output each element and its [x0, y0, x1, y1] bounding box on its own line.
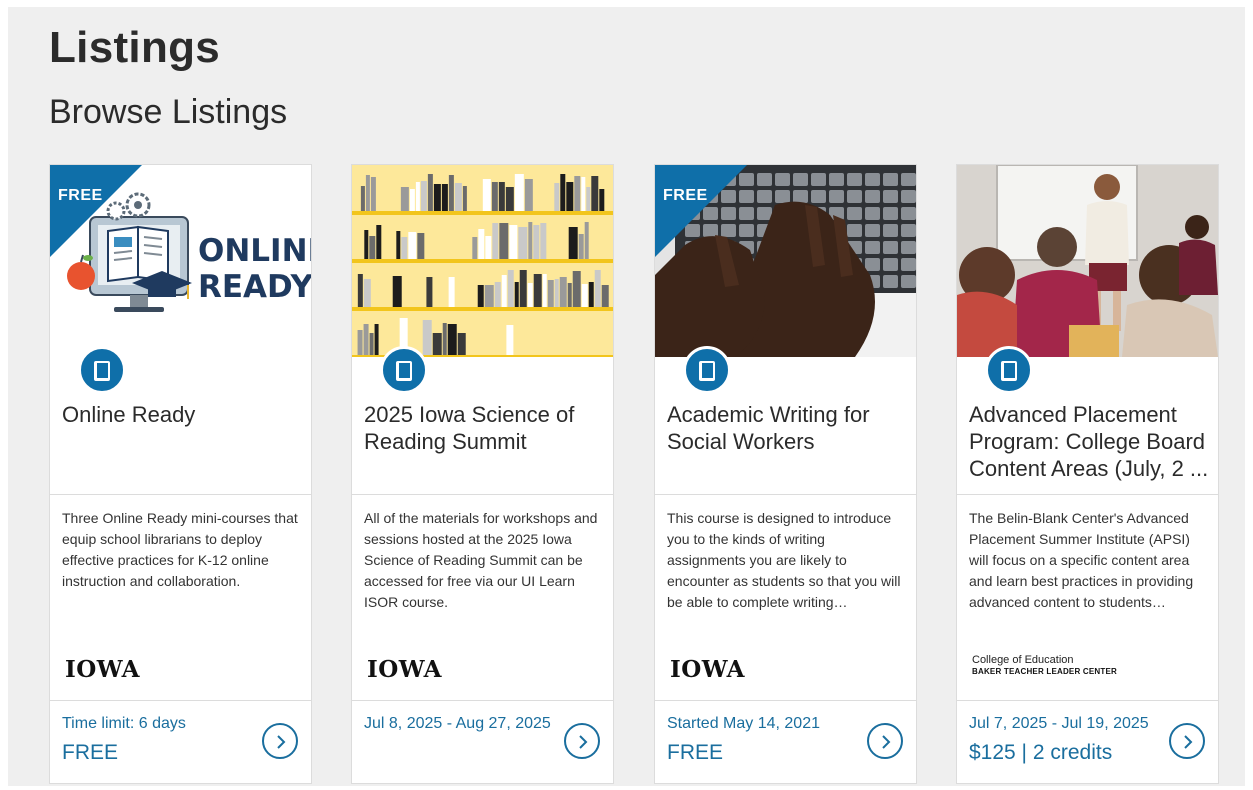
divider: [352, 700, 613, 701]
chevron-right-icon[interactable]: [1169, 723, 1205, 759]
listing-price: FREE: [667, 741, 724, 764]
divider: [957, 700, 1218, 701]
divider: [655, 494, 916, 495]
free-ribbon: [50, 165, 142, 257]
divider: [50, 494, 311, 495]
divider: [655, 700, 916, 701]
listing-image: ONLINE READY FREE: [50, 165, 311, 357]
free-ribbon: [655, 165, 747, 257]
chevron-right-icon[interactable]: [867, 723, 903, 759]
book-icon: [78, 346, 126, 394]
book-icon: [683, 346, 731, 394]
listing-card-iowa-reading-summit[interactable]: 2025 Iowa Science of Reading Summit All …: [351, 164, 614, 784]
listing-card-academic-writing[interactable]: FREE Academic Writing for Social Workers…: [654, 164, 917, 784]
book-icon: [985, 346, 1033, 394]
page-subtitle: Browse Listings: [49, 93, 288, 131]
divider: [50, 700, 311, 701]
iowa-logo: IOWA: [367, 656, 442, 683]
divider: [352, 494, 613, 495]
listing-date: Started May 14, 2021: [667, 715, 820, 732]
page-title: Listings: [49, 23, 221, 72]
listing-description: Three Online Ready mini-courses that equ…: [62, 510, 298, 589]
listing-title[interactable]: 2025 Iowa Science of Reading Summit: [364, 401, 604, 455]
listing-image: [957, 165, 1218, 357]
free-ribbon-label: FREE: [663, 187, 708, 204]
chevron-right-icon[interactable]: [262, 723, 298, 759]
listing-date: Time limit: 6 days: [62, 715, 186, 732]
listing-date: Jul 8, 2025 - Aug 27, 2025: [364, 715, 551, 732]
listing-description: All of the materials for workshops and s…: [364, 510, 598, 610]
college-of-education-logo: College of Education BAKER TEACHER LEADE…: [972, 654, 1117, 676]
book-icon: [380, 346, 428, 394]
iowa-logo: IOWA: [65, 656, 140, 683]
free-ribbon-label: FREE: [58, 187, 103, 204]
page: Listings Browse Listings ONLIN READY FRE…: [8, 7, 1245, 786]
listing-title[interactable]: Advanced Placement Program: College Boar…: [969, 401, 1209, 482]
online-ready-logo-text: ONLINE: [198, 233, 311, 269]
listing-price: FREE: [62, 741, 119, 764]
chevron-right-icon[interactable]: [564, 723, 600, 759]
listing-title[interactable]: Online Ready: [62, 401, 302, 428]
listing-description: The Belin-Blank Center's Advanced Placem…: [969, 510, 1194, 610]
svg-text:READY: READY: [198, 269, 311, 305]
listing-title[interactable]: Academic Writing for Social Workers: [667, 401, 907, 455]
divider: [957, 494, 1218, 495]
listing-card-online-ready[interactable]: ONLINE READY FREE Online Ready Three Onl…: [49, 164, 312, 784]
iowa-logo: IOWA: [670, 656, 745, 683]
classroom-photo: [957, 165, 1218, 357]
listing-price: $125 | 2 credits: [969, 741, 1113, 764]
listing-image: [352, 165, 613, 357]
bookshelf-illustration: [352, 174, 613, 357]
listing-date: Jul 7, 2025 - Jul 19, 2025: [969, 715, 1149, 732]
listing-description: This course is designed to introduce you…: [667, 510, 901, 610]
listing-card-advanced-placement[interactable]: Advanced Placement Program: College Boar…: [956, 164, 1219, 784]
listing-image: FREE: [655, 165, 916, 357]
